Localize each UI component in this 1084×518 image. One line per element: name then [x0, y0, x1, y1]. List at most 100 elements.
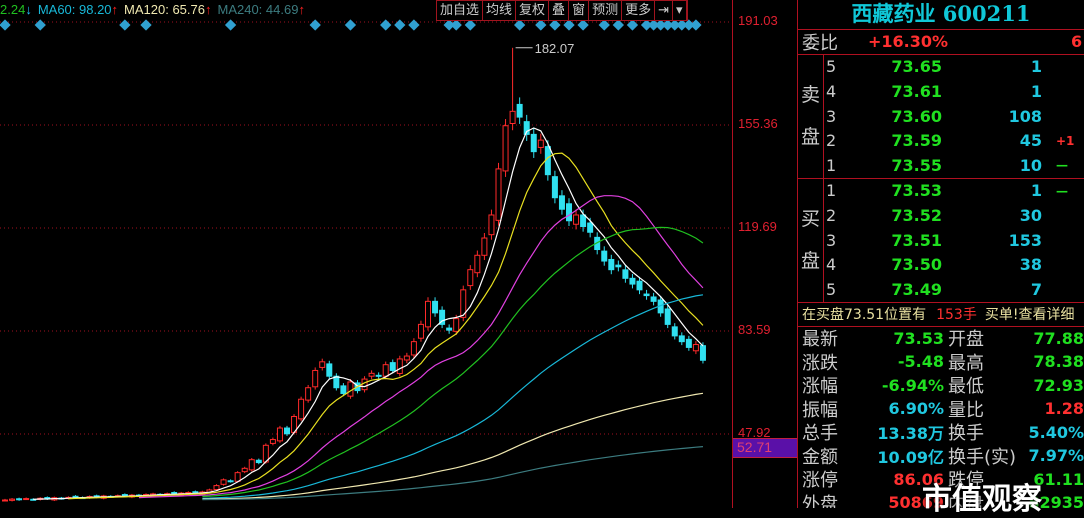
price: 73.59 — [891, 131, 942, 151]
volume: 38 — [1019, 255, 1042, 275]
chart-toolbar: 加自选 均线 复权叠窗预测 更多 ⇥ ▾ — [436, 0, 688, 21]
event-marker-icon[interactable] — [394, 19, 406, 31]
level: 5 — [826, 57, 837, 77]
event-marker-icon[interactable] — [513, 19, 526, 31]
stat-value: 72.93 — [1033, 375, 1084, 395]
toolbar-button[interactable]: 加自选 — [437, 1, 484, 20]
candle — [474, 250, 481, 278]
candle — [375, 372, 382, 380]
stat-row: 最新 73.53 开盘 77.88 — [798, 327, 1084, 351]
toolbar-button[interactable]: 预测 — [589, 1, 623, 20]
volume: 1 — [1030, 181, 1042, 201]
candle — [241, 466, 248, 474]
candle — [678, 332, 685, 346]
candle — [255, 458, 262, 465]
candle — [467, 265, 474, 290]
candle — [601, 246, 608, 266]
stat-label: 换手 — [948, 423, 984, 445]
stat-row: 涨幅 -6.94% 最低 72.93 — [798, 374, 1084, 398]
stat-row: 总手 13.38万 换手 5.40% — [798, 421, 1084, 445]
event-marker-icon[interactable] — [408, 19, 420, 31]
order-note[interactable]: 在买盘73.51位置有 153手 买单!查看详细 — [798, 303, 1084, 327]
candle — [509, 47, 516, 131]
price: 73.49 — [891, 279, 942, 299]
stat-value: 6.90% — [888, 399, 944, 419]
event-marker-icon[interactable] — [0, 19, 11, 31]
volume: 153 — [1008, 230, 1042, 250]
candle — [312, 367, 319, 390]
toolbar-button[interactable]: 复权 — [516, 1, 550, 20]
weibi-extra: 6 — [1071, 32, 1083, 52]
event-marker-icon[interactable] — [563, 19, 575, 31]
candle — [488, 209, 495, 240]
volume: 108 — [1008, 106, 1042, 126]
event-marker-icon[interactable] — [626, 19, 639, 31]
event-marker-icon[interactable] — [612, 19, 625, 31]
event-marker-icon[interactable] — [535, 19, 547, 31]
stat-label: 最高 — [948, 352, 984, 374]
event-marker-icon[interactable] — [119, 19, 131, 31]
candle — [551, 170, 558, 204]
stat-row: 振幅 6.90% 量比 1.28 — [798, 397, 1084, 421]
ma5-line — [33, 127, 704, 500]
candle — [671, 323, 678, 340]
event-marker-icon[interactable] — [224, 19, 237, 31]
candle — [410, 338, 417, 359]
current-price-marker: 52.71 — [733, 438, 797, 458]
weibi-label: 委比 — [802, 32, 838, 54]
kline-chart[interactable]: 182.07 — [0, 0, 732, 508]
buy-label: 盘 — [800, 250, 820, 273]
volume: 30 — [1019, 205, 1042, 225]
event-marker-icon[interactable] — [34, 19, 46, 31]
level: 3 — [826, 230, 837, 250]
candle — [629, 273, 636, 289]
toolbar-button[interactable]: 叠 — [549, 1, 570, 20]
stat-label: 外盘 — [802, 493, 838, 508]
candle — [650, 292, 657, 306]
event-marker-icon[interactable] — [380, 19, 392, 31]
candle — [16, 497, 23, 501]
level: 5 — [826, 279, 837, 299]
event-marker-icon[interactable] — [690, 19, 702, 31]
candle — [319, 358, 326, 371]
stat-label: 涨幅 — [802, 376, 838, 398]
candle — [439, 306, 446, 329]
stat-label: 涨停 — [802, 470, 838, 492]
candle — [495, 162, 502, 226]
event-marker-icon[interactable] — [344, 19, 357, 31]
candle — [227, 479, 234, 483]
event-marker-icon[interactable] — [577, 19, 589, 31]
candle — [622, 265, 629, 283]
candle — [368, 370, 375, 380]
sell-label: 卖 — [800, 84, 820, 107]
stock-title[interactable]: 西藏药业 600211 — [798, 0, 1084, 30]
candle — [220, 478, 227, 486]
level: 1 — [826, 181, 837, 201]
stat-value: 7.97% — [1028, 446, 1084, 466]
stat-label: 振幅 — [802, 399, 838, 421]
note-link[interactable]: 买单!查看详细 — [985, 304, 1075, 324]
price-axis: 52.71 191.03 155.36 119.69 83.59 47.92 — [732, 0, 797, 508]
event-marker-icon[interactable] — [140, 19, 152, 31]
price: 73.50 — [891, 255, 942, 275]
ma-text: MA240: 44.69 — [217, 2, 299, 17]
level: 2 — [826, 131, 837, 151]
level: 2 — [826, 205, 837, 225]
toolbar-button[interactable]: 窗 — [569, 1, 590, 20]
toolbar-button[interactable]: ▾ — [673, 1, 687, 20]
event-marker-icon[interactable] — [464, 19, 476, 31]
ma-value: MA60: 98.20↑ — [38, 2, 118, 17]
stat-value: 5.40% — [1028, 422, 1084, 442]
candle — [333, 373, 340, 391]
change: — — [1056, 158, 1068, 173]
event-marker-icon[interactable] — [549, 19, 561, 31]
candle — [432, 297, 439, 317]
toolbar-button[interactable]: ⇥ — [655, 1, 674, 20]
candle — [425, 297, 431, 331]
event-marker-icon[interactable] — [598, 19, 610, 31]
toolbar-button[interactable]: 更多 — [622, 1, 656, 20]
event-marker-icon[interactable] — [450, 19, 462, 31]
volume: 7 — [1030, 279, 1042, 299]
event-marker-icon[interactable] — [309, 19, 321, 31]
toolbar-button[interactable]: 均线 — [483, 1, 517, 20]
